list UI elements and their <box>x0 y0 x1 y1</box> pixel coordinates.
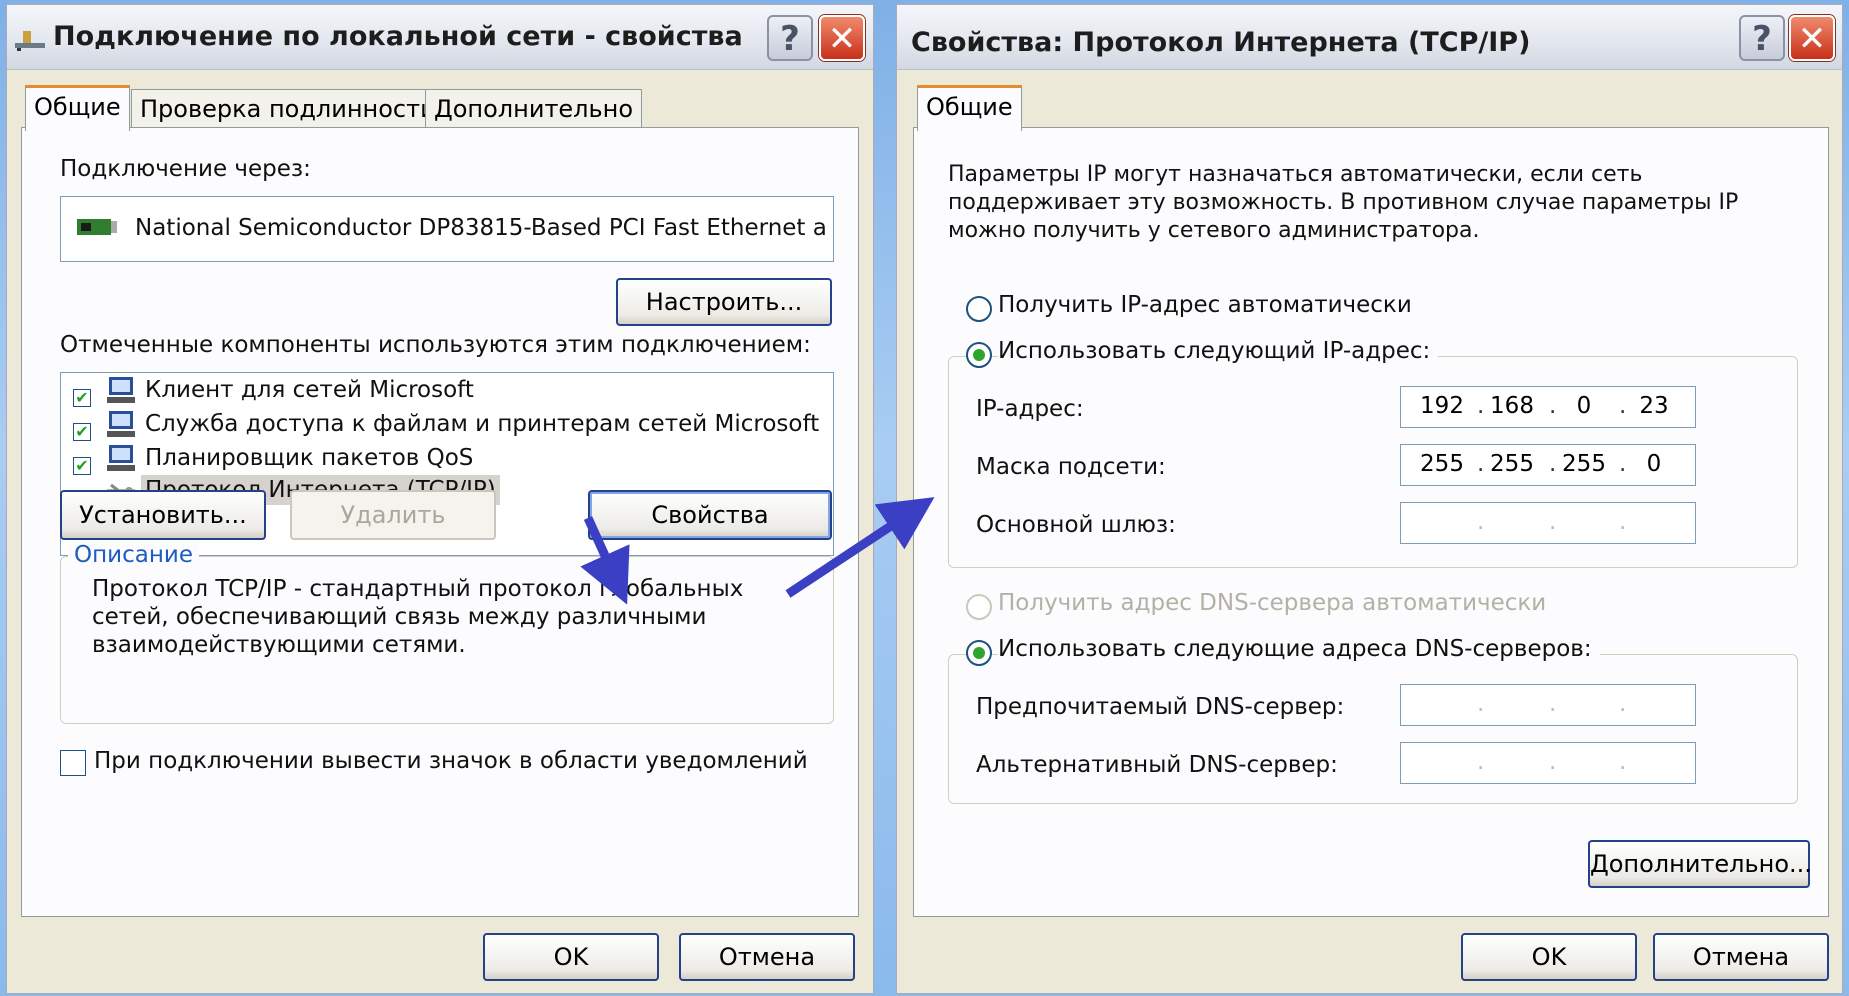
cancel-button[interactable]: Отмена <box>1653 933 1829 981</box>
lan-properties-window: Подключение по локальной сети - свойства… <box>6 4 874 994</box>
manual-ip-label[interactable]: Использовать следующий IP-адрес: <box>998 338 1439 364</box>
dns-dot: . <box>1619 749 1627 775</box>
mask-dot: . <box>1619 451 1627 477</box>
tcpip-properties-title: Свойства: Протокол Интернета (TCP/IP) <box>911 27 1531 58</box>
tab-authentication[interactable]: Проверка подлинности <box>131 89 445 129</box>
close-icon: ✕ <box>827 19 857 59</box>
tcpip-properties-titlebar[interactable]: Свойства: Протокол Интернета (TCP/IP) ? … <box>897 5 1842 70</box>
qos-scheduler-icon <box>107 445 135 471</box>
properties-button[interactable]: Свойства <box>588 490 832 540</box>
computer-icon <box>107 377 135 403</box>
close-icon: ✕ <box>1797 19 1827 59</box>
mask-octet: 255 <box>1490 451 1534 477</box>
alternate-dns-input[interactable]: . . . <box>1400 742 1696 784</box>
subnet-mask-input[interactable]: 255 . 255 . 255 . 0 <box>1400 444 1696 486</box>
ip-octet: 192 <box>1420 393 1464 419</box>
preferred-dns-label: Предпочитаемый DNS-сервер: <box>976 694 1345 720</box>
general-tab-panel: Подключение через: National Semiconducto… <box>21 127 859 917</box>
component-label[interactable]: Служба доступа к файлам и принтерам сете… <box>145 411 819 437</box>
auto-dns-radio[interactable] <box>966 594 992 620</box>
close-button[interactable]: ✕ <box>1789 15 1835 61</box>
help-icon: ? <box>1752 19 1772 59</box>
ip-octet: 0 <box>1576 393 1592 419</box>
network-adapter-icon <box>77 219 117 235</box>
manual-dns-label[interactable]: Использовать следующие адреса DNS-сервер… <box>998 636 1600 662</box>
ip-address-label: IP-адрес: <box>976 396 1084 422</box>
ip-octet: 23 <box>1639 393 1669 419</box>
component-label[interactable]: Планировщик пакетов QoS <box>145 445 473 471</box>
ok-button[interactable]: OK <box>1461 933 1637 981</box>
description-line: взаимодействующими сетями. <box>92 632 466 658</box>
gateway-dot: . <box>1477 509 1485 535</box>
tcpip-properties-window: Свойства: Протокол Интернета (TCP/IP) ? … <box>896 4 1843 994</box>
mask-dot: . <box>1477 451 1485 477</box>
gateway-dot: . <box>1619 509 1627 535</box>
info-line: можно получить у сетевого администратора… <box>948 218 1480 243</box>
help-button[interactable]: ? <box>1739 15 1785 61</box>
tab-general[interactable]: Общие <box>25 85 130 131</box>
mask-octet: 255 <box>1420 451 1464 477</box>
mask-dot: . <box>1549 451 1557 477</box>
description-line: сетей, обеспечивающий связь между различ… <box>92 604 707 630</box>
ip-dot: . <box>1477 393 1485 419</box>
info-line: Параметры IP могут назначаться автоматич… <box>948 162 1643 187</box>
ip-dot: . <box>1619 393 1627 419</box>
manual-dns-radio[interactable] <box>966 640 992 666</box>
dns-dot: . <box>1619 691 1627 717</box>
tab-general[interactable]: Общие <box>917 85 1022 131</box>
adapter-name: National Semiconductor DP83815-Based PCI… <box>135 215 827 241</box>
description-line: Протокол TCP/IP - стандартный протокол г… <box>92 576 744 602</box>
file-printer-sharing-icon <box>107 411 135 437</box>
subnet-mask-label: Маска подсети: <box>976 454 1166 480</box>
ip-dot: . <box>1549 393 1557 419</box>
general-tab-panel: Параметры IP могут назначаться автоматич… <box>913 127 1829 917</box>
auto-dns-label[interactable]: Получить адрес DNS-сервера автоматически <box>998 590 1546 616</box>
install-button[interactable]: Установить... <box>60 490 266 540</box>
lan-properties-titlebar[interactable]: Подключение по локальной сети - свойства… <box>7 5 873 70</box>
cancel-button[interactable]: Отмена <box>679 933 855 981</box>
advanced-button[interactable]: Дополнительно... <box>1588 840 1812 888</box>
ip-octet: 168 <box>1490 393 1534 419</box>
preferred-dns-input[interactable]: . . . <box>1400 684 1696 726</box>
dns-dot: . <box>1477 691 1485 717</box>
configure-button[interactable]: Настроить... <box>616 278 832 326</box>
manual-ip-radio[interactable] <box>966 342 992 368</box>
connect-via-label: Подключение через: <box>60 156 311 182</box>
dns-dot: . <box>1549 691 1557 717</box>
help-button[interactable]: ? <box>767 15 813 61</box>
ip-address-input[interactable]: 192 . 168 . 0 . 23 <box>1400 386 1696 428</box>
component-label[interactable]: Клиент для сетей Microsoft <box>145 377 474 403</box>
remove-button[interactable]: Удалить <box>290 490 496 540</box>
ok-button[interactable]: OK <box>483 933 659 981</box>
network-connection-icon <box>15 31 45 51</box>
close-button[interactable]: ✕ <box>819 15 865 61</box>
tray-icon-label[interactable]: При подключении вывести значок в области… <box>94 748 808 774</box>
gateway-input[interactable]: . . . <box>1400 502 1696 544</box>
auto-ip-radio[interactable] <box>966 296 992 322</box>
adapter-field: National Semiconductor DP83815-Based PCI… <box>60 196 834 262</box>
gateway-label: Основной шлюз: <box>976 512 1176 538</box>
auto-ip-label[interactable]: Получить IP-адрес автоматически <box>998 292 1412 318</box>
help-icon: ? <box>780 19 800 59</box>
tab-advanced[interactable]: Дополнительно <box>425 89 643 129</box>
mask-octet: 255 <box>1562 451 1606 477</box>
description-legend: Описание <box>68 542 199 568</box>
component-checkbox[interactable]: ✔ <box>73 457 91 475</box>
components-label: Отмеченные компоненты используются этим … <box>60 332 811 358</box>
component-checkbox[interactable]: ✔ <box>73 389 91 407</box>
tray-icon-checkbox[interactable] <box>60 750 86 776</box>
component-checkbox[interactable]: ✔ <box>73 423 91 441</box>
lan-properties-title: Подключение по локальной сети - свойства <box>53 21 743 52</box>
alternate-dns-label: Альтернативный DNS-сервер: <box>976 752 1338 778</box>
dns-dot: . <box>1477 749 1485 775</box>
mask-octet: 0 <box>1646 451 1662 477</box>
gateway-dot: . <box>1549 509 1557 535</box>
dns-dot: . <box>1549 749 1557 775</box>
info-line: поддерживает эту возможность. В противно… <box>948 190 1739 215</box>
